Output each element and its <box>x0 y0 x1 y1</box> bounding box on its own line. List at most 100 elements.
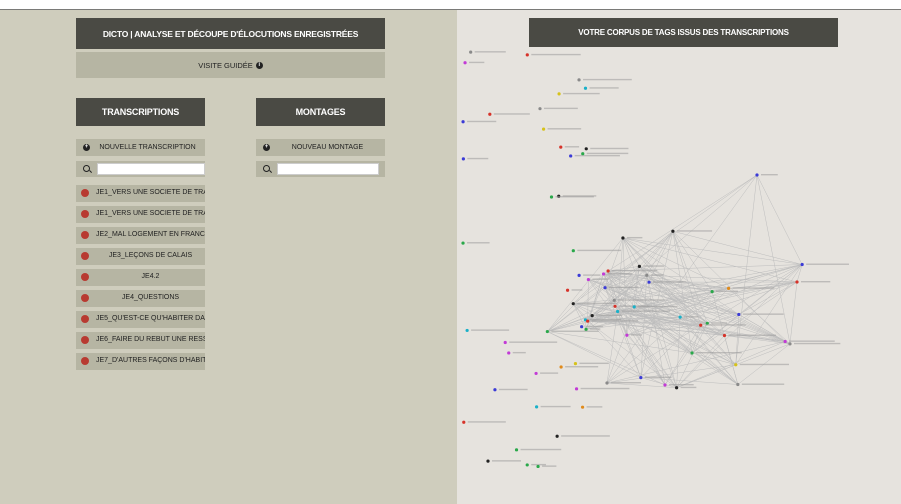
transcription-name: JE6_FAIRE DU REBUT UNE RESSOURCE <box>96 336 205 343</box>
tag-label-mark <box>644 376 672 379</box>
tag-node <box>625 333 629 337</box>
tag-label-mark <box>669 384 694 386</box>
tag-graph[interactable] <box>457 10 901 504</box>
tag-graph-panel <box>457 10 901 504</box>
tag-label-mark <box>583 78 632 81</box>
tag-label-mark <box>540 405 571 408</box>
tag-label-mark <box>626 236 643 239</box>
tag-node <box>722 333 727 338</box>
tag-node <box>488 112 492 116</box>
tag-node <box>632 305 636 309</box>
new-montage-button[interactable]: + NOUVEAU MONTAGE <box>256 139 385 156</box>
tag-label-mark <box>716 290 738 292</box>
transcription-item[interactable]: JE1_VERS UNE SOCIÉTÉ DE TRAVAIL <box>76 185 205 202</box>
tag-node <box>612 298 616 302</box>
transcription-search <box>76 161 205 177</box>
tag-node <box>736 382 740 387</box>
tag-label-mark <box>650 274 664 276</box>
transcription-name: JE1_VERS UNE SOCIÉTÉ DE TRAVAIL <box>96 210 205 217</box>
tag-node <box>559 145 563 149</box>
transcription-item[interactable]: JE4_QUESTIONS <box>76 290 205 307</box>
tag-node <box>590 314 594 318</box>
montage-search-input[interactable] <box>277 163 379 175</box>
tag-label-mark <box>653 281 687 283</box>
tag-node <box>541 127 546 131</box>
tag-label-mark <box>586 152 629 155</box>
tag-label-mark <box>565 366 599 368</box>
transcription-name: JE4_QUESTIONS <box>121 294 180 301</box>
tag-node <box>788 342 792 346</box>
graph-edge <box>547 287 606 332</box>
tag-label-mark <box>492 460 521 462</box>
tag-node <box>577 78 581 82</box>
tag-label-mark <box>531 53 581 56</box>
transcriptions-heading: TRANSCRIPTIONS <box>76 98 205 126</box>
tag-label-mark <box>509 341 558 343</box>
transcription-item[interactable]: JE6_FAIRE DU REBUT UNE RESSOURCE <box>76 332 205 349</box>
graph-edge <box>603 174 758 275</box>
tag-node <box>463 61 467 65</box>
transcription-item[interactable]: JE5_QU'EST-CE QU'HABITER DANS <box>76 311 205 328</box>
transcription-search-input[interactable] <box>97 163 205 175</box>
transcription-item[interactable]: JE7_D'AUTRES FAÇONS D'HABITER <box>76 353 205 370</box>
tag-label-mark <box>711 322 728 324</box>
tag-node <box>534 371 538 376</box>
transcription-item[interactable]: JE3_LEÇONS DE CALAIS <box>76 248 205 265</box>
tag-label-mark <box>793 342 841 345</box>
tag-node <box>574 387 579 391</box>
tag-label-mark <box>551 330 599 332</box>
tag-label-mark <box>590 147 629 150</box>
transcription-item[interactable]: JE1_VERS UNE SOCIÉTÉ DE TRAVAIL <box>76 206 205 223</box>
tag-label-mark <box>789 340 835 342</box>
tag-label-mark <box>704 324 746 326</box>
tag-label-mark <box>732 287 775 289</box>
red-dot-icon <box>81 336 89 344</box>
transcription-item[interactable]: JE4.2 <box>76 269 205 286</box>
tag-node <box>616 309 620 314</box>
transcription-item[interactable]: JE2_MAL LOGEMENT EN FRANCE <box>76 227 205 244</box>
tag-label-mark <box>585 325 604 328</box>
graph-edge <box>606 291 713 384</box>
tag-node <box>586 277 590 282</box>
tag-node <box>637 264 642 268</box>
tag-node <box>710 289 714 294</box>
tag-node <box>545 329 549 334</box>
red-dot-icon <box>81 315 89 323</box>
tag-label-mark <box>590 328 601 330</box>
tag-label-mark <box>577 302 617 305</box>
transcription-name: JE7_D'AUTRES FAÇONS D'HABITER <box>96 357 205 364</box>
red-dot-icon <box>81 252 89 260</box>
tag-node <box>584 327 588 331</box>
red-dot-icon <box>81 210 89 218</box>
red-dot-icon <box>81 231 89 239</box>
tag-node <box>534 405 539 409</box>
graph-edge <box>606 325 701 384</box>
tag-label-mark <box>761 174 778 176</box>
transcription-list: JE1_VERS UNE SOCIÉTÉ DE TRAVAIL JE1_VERS… <box>76 185 205 374</box>
tag-node <box>699 323 703 327</box>
tag-node <box>581 152 585 156</box>
visite-guidee-button[interactable]: VISITE GUIDÉE i <box>76 52 385 78</box>
corpus-title: VOTRE CORPUS DE TAGS ISSUS DES TRANSCRIP… <box>529 18 838 47</box>
tag-label-mark <box>493 113 530 115</box>
tag-label-mark <box>564 146 580 148</box>
tag-label-mark <box>586 406 603 408</box>
tag-node <box>603 286 607 290</box>
tag-label-mark <box>467 157 489 160</box>
montage-search <box>256 161 385 177</box>
tag-label-mark <box>469 61 485 64</box>
tag-node <box>606 269 610 273</box>
tag-label-mark <box>563 92 600 95</box>
tag-label-mark <box>643 265 665 267</box>
tag-label-mark <box>474 51 506 53</box>
new-transcription-button[interactable]: + NOUVELLE TRANSCRIPTION <box>76 139 205 156</box>
tag-label-mark <box>684 316 699 318</box>
tag-node <box>577 273 581 278</box>
tag-label-mark <box>592 278 609 280</box>
tag-node <box>580 325 584 329</box>
tag-label-mark <box>467 120 497 123</box>
transcription-name: JE3_LEÇONS DE CALAIS <box>108 252 193 259</box>
new-transcription-label: NOUVELLE TRANSCRIPTION <box>99 144 196 151</box>
tag-label-mark <box>630 334 642 336</box>
red-dot-icon <box>81 273 89 281</box>
